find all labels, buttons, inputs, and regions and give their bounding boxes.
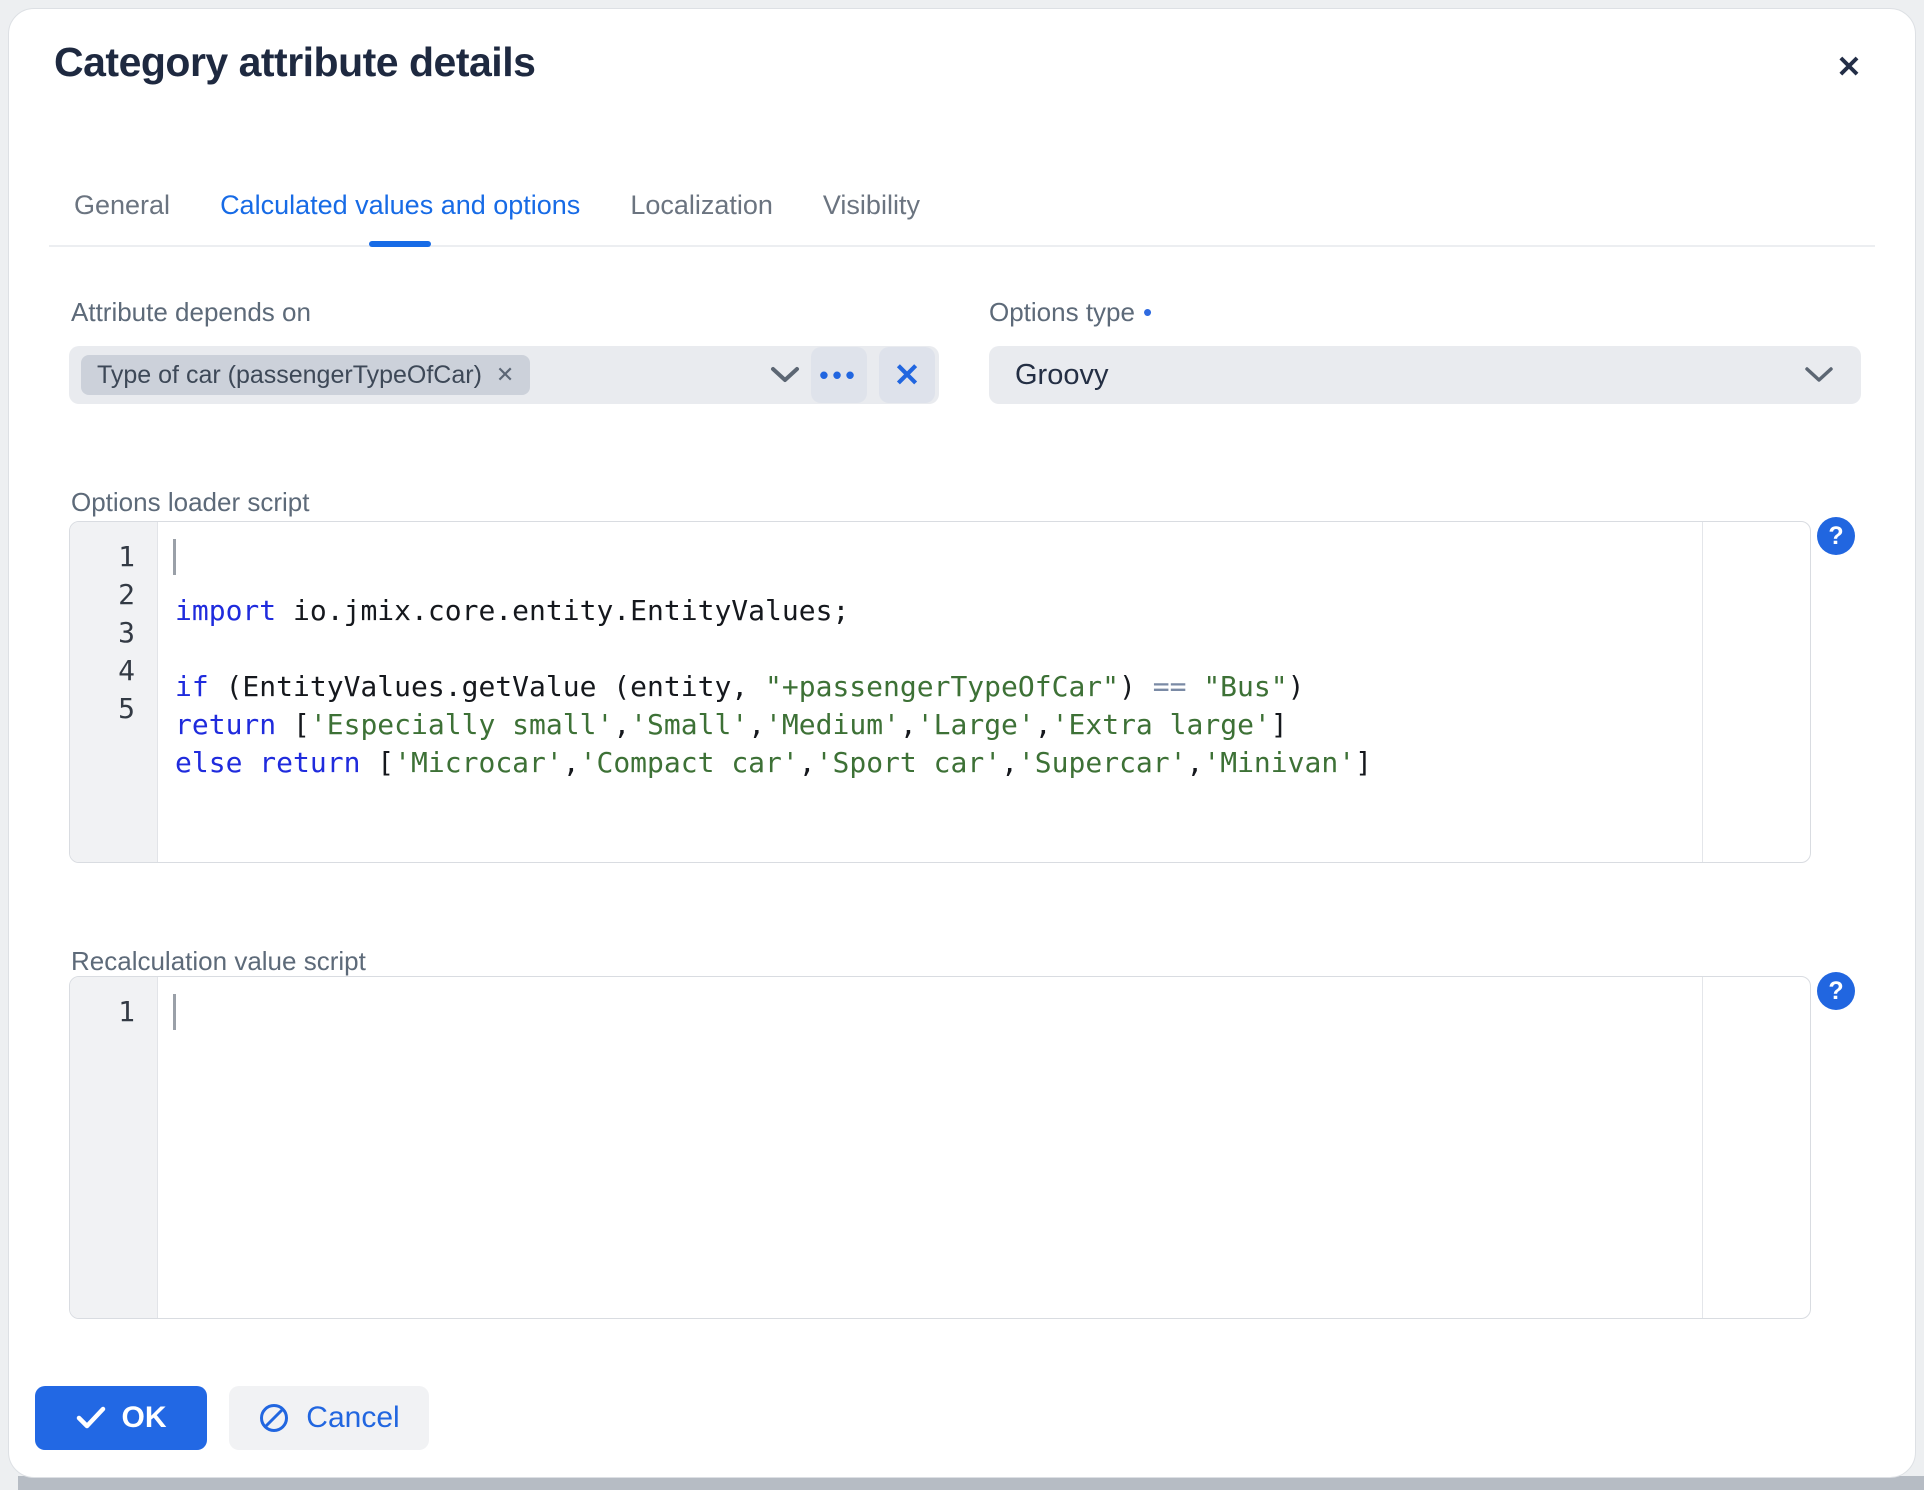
selected-attribute-chip: Type of car (passengerTypeOfCar) ✕ bbox=[81, 355, 531, 395]
recalculation-value-script-label: Recalculation value script bbox=[71, 946, 366, 976]
code-line: else return ['Microcar','Compact car','S… bbox=[175, 746, 1372, 779]
line-number-gutter: 1 bbox=[70, 977, 158, 1318]
help-icon[interactable]: ? bbox=[1817, 517, 1855, 555]
ok-button-label: OK bbox=[121, 1401, 167, 1434]
help-icon[interactable]: ? bbox=[1817, 972, 1855, 1010]
code-area[interactable] bbox=[159, 977, 1810, 1318]
clear-icon: ✕ bbox=[893, 357, 921, 393]
text-cursor bbox=[173, 539, 176, 575]
chip-label: Type of car (passengerTypeOfCar) bbox=[97, 360, 482, 389]
options-loader-script-editor[interactable]: 12345 import io.jmix.core.entity.EntityV… bbox=[69, 521, 1811, 863]
ok-button[interactable]: OK bbox=[35, 1386, 207, 1450]
chip-remove-icon[interactable]: ✕ bbox=[496, 362, 514, 388]
page-title: Category attribute details bbox=[54, 39, 536, 85]
options-type-select[interactable]: Groovy bbox=[989, 346, 1861, 404]
tab-calculated-values-and-options[interactable]: Calculated values and options bbox=[195, 165, 605, 245]
code-line: return ['Especially small','Small','Medi… bbox=[175, 708, 1288, 741]
tab-visibility[interactable]: Visibility bbox=[798, 165, 945, 245]
code-line: if (EntityValues.getValue (entity, "+pas… bbox=[175, 670, 1305, 703]
editor-scrollbar-track bbox=[1702, 977, 1703, 1318]
chevron-down-icon bbox=[1791, 346, 1847, 404]
cancel-button-label: Cancel bbox=[306, 1401, 400, 1434]
ban-icon bbox=[260, 1404, 289, 1432]
category-attribute-details-dialog: Category attribute details ✕ General Cal… bbox=[8, 8, 1916, 1478]
tab-bar: General Calculated values and options Lo… bbox=[49, 165, 1875, 247]
check-icon bbox=[76, 1406, 105, 1429]
code-area[interactable]: import io.jmix.core.entity.EntityValues;… bbox=[159, 522, 1810, 862]
options-type-label: Options type bbox=[989, 297, 1135, 327]
attribute-lookup-button[interactable]: ••• bbox=[811, 347, 867, 403]
attribute-depends-on-label: Attribute depends on bbox=[71, 297, 311, 327]
text-cursor bbox=[173, 994, 176, 1030]
tab-general[interactable]: General bbox=[49, 165, 195, 245]
cancel-button[interactable]: Cancel bbox=[229, 1386, 429, 1450]
tab-localization[interactable]: Localization bbox=[605, 165, 798, 245]
options-type-value: Groovy bbox=[1015, 358, 1109, 391]
chevron-down-icon[interactable] bbox=[755, 346, 815, 404]
editor-scrollbar-track bbox=[1702, 522, 1703, 862]
clear-attribute-button[interactable]: ✕ bbox=[879, 347, 935, 403]
close-icon[interactable]: ✕ bbox=[1827, 45, 1871, 89]
attribute-depends-on-field[interactable]: Type of car (passengerTypeOfCar) ✕ ••• ✕ bbox=[69, 346, 939, 404]
options-type-label-wrap: Options type • bbox=[989, 297, 1152, 328]
tab-calculated-label: Calculated values and options bbox=[220, 189, 581, 220]
tab-visibility-label: Visibility bbox=[822, 189, 920, 220]
line-number-gutter: 12345 bbox=[70, 522, 158, 862]
required-indicator: • bbox=[1142, 297, 1153, 327]
tab-localization-label: Localization bbox=[630, 189, 773, 220]
recalculation-value-script-editor[interactable]: 1 bbox=[69, 976, 1811, 1319]
code-line: import io.jmix.core.entity.EntityValues; bbox=[175, 594, 850, 627]
tab-general-label: General bbox=[74, 189, 171, 220]
options-loader-script-label: Options loader script bbox=[71, 487, 310, 517]
background-window-edge bbox=[18, 1476, 1924, 1490]
